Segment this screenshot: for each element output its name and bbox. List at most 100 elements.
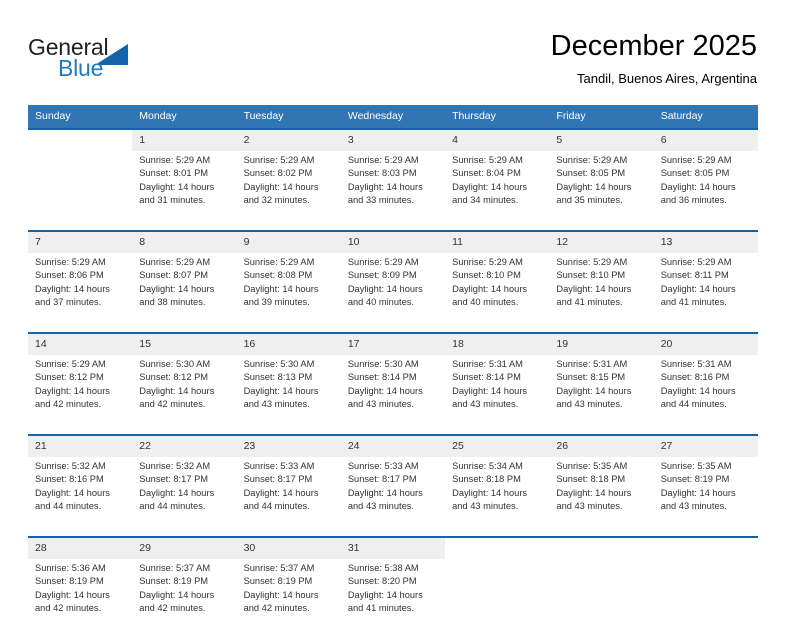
week-detail-row: Sunrise: 5:29 AM Sunset: 8:01 PM Daylight:…: [28, 151, 758, 230]
sunset-text: Sunset: 8:05 PM: [660, 168, 730, 179]
day-number-cell[interactable]: 1: [132, 130, 237, 151]
daylight-text-cont: and 42 minutes.: [139, 603, 206, 614]
day-number-cell[interactable]: 12: [549, 232, 654, 253]
sunset-text: Sunset: 8:17 PM: [243, 474, 313, 485]
sunrise-text: Sunrise: 5:29 AM: [243, 155, 315, 165]
day-detail-cell: Sunrise: 5:31 AM Sunset: 8:15 PM Daylight:…: [549, 355, 654, 434]
daylight-text-cont: and 31 minutes.: [139, 195, 206, 206]
day-number-cell[interactable]: 27: [653, 436, 758, 457]
day-number-cell[interactable]: 31: [340, 538, 446, 559]
sunset-text: Sunset: 8:08 PM: [243, 270, 313, 281]
day-number-empty: [549, 538, 654, 559]
daylight-text-cont: and 41 minutes.: [347, 603, 414, 614]
day-number-cell[interactable]: 28: [28, 538, 133, 559]
day-number-empty: [445, 538, 550, 559]
day-number-cell[interactable]: 5: [549, 130, 654, 151]
daylight-text-cont: and 39 minutes.: [243, 297, 310, 308]
day-number-cell[interactable]: 8: [132, 232, 237, 253]
day-number-cell[interactable]: 24: [340, 436, 446, 457]
daylight-text-cont: and 42 minutes.: [139, 399, 206, 410]
sunset-text: Sunset: 8:02 PM: [243, 168, 313, 179]
sunrise-text: Sunrise: 5:38 AM: [347, 563, 419, 573]
week-daynumber-row: 7 8 9 10 11 12 13: [28, 232, 758, 253]
day-number-cell[interactable]: 25: [445, 436, 550, 457]
day-number-cell[interactable]: 18: [445, 334, 550, 355]
daylight-text-cont: and 43 minutes.: [556, 399, 623, 410]
day-number-cell[interactable]: 7: [28, 232, 133, 253]
day-detail-cell: Sunrise: 5:35 AM Sunset: 8:19 PM Daylight:…: [653, 457, 758, 536]
weekday-header-saturday: Saturday: [653, 105, 758, 128]
day-detail-cell: Sunrise: 5:30 AM Sunset: 8:13 PM Daylight:…: [236, 355, 341, 434]
sunrise-text: Sunrise: 5:29 AM: [660, 257, 732, 267]
daylight-text-cont: and 36 minutes.: [660, 195, 727, 206]
week-detail-row: Sunrise: 5:32 AM Sunset: 8:16 PM Daylight:…: [28, 457, 758, 536]
daylight-text: Daylight: 14 hours: [660, 181, 736, 192]
day-number-cell[interactable]: 3: [340, 130, 446, 151]
day-detail-cell: Sunrise: 5:29 AM Sunset: 8:07 PM Daylight:…: [132, 253, 237, 332]
sunset-text: Sunset: 8:11 PM: [660, 270, 729, 281]
daylight-text-cont: and 35 minutes.: [556, 195, 623, 206]
day-number-cell[interactable]: 6: [653, 130, 758, 151]
day-detail-cell: Sunrise: 5:30 AM Sunset: 8:12 PM Daylight:…: [132, 355, 237, 434]
daylight-text-cont: and 43 minutes.: [556, 501, 623, 512]
day-number-cell[interactable]: 13: [653, 232, 758, 253]
week-daynumber-row: 21 22 23 24 25 26 27: [28, 436, 758, 457]
day-number-cell[interactable]: 20: [653, 334, 758, 355]
daylight-text: Daylight: 14 hours: [243, 487, 319, 498]
day-number-cell[interactable]: 17: [340, 334, 446, 355]
sunrise-text: Sunrise: 5:29 AM: [660, 155, 732, 165]
sunrise-text: Sunrise: 5:29 AM: [243, 257, 315, 267]
sunrise-text: Sunrise: 5:29 AM: [139, 155, 211, 165]
sunrise-text: Sunrise: 5:37 AM: [243, 563, 315, 573]
daylight-text-cont: and 41 minutes.: [660, 297, 727, 308]
day-number-cell[interactable]: 26: [549, 436, 654, 457]
day-detail-cell: Sunrise: 5:30 AM Sunset: 8:14 PM Daylight:…: [340, 355, 446, 434]
daylight-text: Daylight: 14 hours: [139, 283, 215, 294]
day-number-cell[interactable]: 11: [445, 232, 550, 253]
daylight-text-cont: and 43 minutes.: [452, 501, 519, 512]
daylight-text: Daylight: 14 hours: [243, 385, 319, 396]
day-detail-cell: Sunrise: 5:37 AM Sunset: 8:19 PM Daylight:…: [132, 559, 237, 638]
daylight-text: Daylight: 14 hours: [35, 589, 110, 600]
day-detail-empty: [28, 151, 133, 230]
day-number-cell[interactable]: 4: [445, 130, 550, 151]
day-number-cell[interactable]: 15: [132, 334, 237, 355]
day-number-cell[interactable]: 10: [340, 232, 446, 253]
daylight-text: Daylight: 14 hours: [452, 283, 528, 294]
sunrise-text: Sunrise: 5:34 AM: [452, 461, 523, 471]
day-number-cell[interactable]: 19: [549, 334, 654, 355]
day-number-cell[interactable]: 9: [236, 232, 341, 253]
weekday-header-monday: Monday: [132, 105, 237, 128]
day-number-cell[interactable]: 29: [132, 538, 237, 559]
day-detail-cell: Sunrise: 5:31 AM Sunset: 8:14 PM Daylight:…: [445, 355, 550, 434]
daylight-text: Daylight: 14 hours: [347, 283, 423, 294]
day-number-cell[interactable]: 22: [132, 436, 237, 457]
day-number-cell[interactable]: 2: [236, 130, 341, 151]
sunrise-text: Sunrise: 5:30 AM: [347, 359, 419, 369]
day-detail-cell: Sunrise: 5:29 AM Sunset: 8:10 PM Daylight:…: [549, 253, 654, 332]
day-number-cell[interactable]: 16: [236, 334, 341, 355]
daylight-text: Daylight: 14 hours: [35, 487, 110, 498]
day-number-cell[interactable]: 14: [28, 334, 133, 355]
page-header: General Blue December 2025 Tandil, Bueno…: [28, 28, 757, 100]
daylight-text-cont: and 37 minutes.: [35, 297, 102, 308]
sunrise-text: Sunrise: 5:30 AM: [139, 359, 211, 369]
day-detail-cell: Sunrise: 5:29 AM Sunset: 8:10 PM Daylight:…: [445, 253, 550, 332]
day-number-cell[interactable]: 21: [28, 436, 133, 457]
week-daynumber-row: 14 15 16 17 18 19 20: [28, 334, 758, 355]
week-detail-row: Sunrise: 5:29 AM Sunset: 8:12 PM Daylight:…: [28, 355, 758, 434]
day-number-cell[interactable]: 30: [236, 538, 341, 559]
sunset-text: Sunset: 8:01 PM: [139, 168, 209, 179]
daylight-text-cont: and 42 minutes.: [243, 603, 310, 614]
general-blue-logo[interactable]: General Blue: [28, 34, 238, 90]
sunrise-text: Sunrise: 5:32 AM: [35, 461, 106, 471]
day-number-cell[interactable]: 23: [236, 436, 341, 457]
daylight-text: Daylight: 14 hours: [556, 385, 632, 396]
daylight-text-cont: and 33 minutes.: [347, 195, 414, 206]
sunrise-text: Sunrise: 5:36 AM: [35, 563, 106, 573]
day-detail-cell: Sunrise: 5:37 AM Sunset: 8:19 PM Daylight:…: [236, 559, 341, 638]
sunset-text: Sunset: 8:03 PM: [347, 168, 417, 179]
daylight-text: Daylight: 14 hours: [243, 283, 319, 294]
sunrise-text: Sunrise: 5:29 AM: [347, 155, 419, 165]
calendar-grid: Sunday Monday Tuesday Wednesday Thursday…: [28, 105, 758, 638]
